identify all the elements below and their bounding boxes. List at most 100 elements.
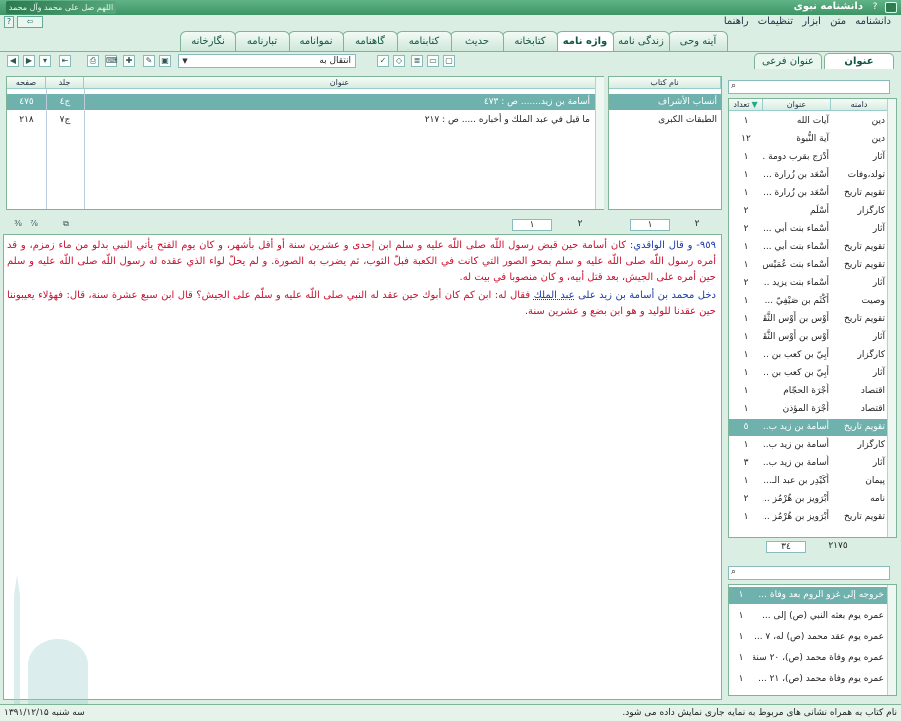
- term-row[interactable]: ١ أُجْرَة الحجّام اقتصاد: [729, 383, 887, 400]
- col-divider: [46, 89, 47, 209]
- pager-current-input[interactable]: ٣٤: [766, 541, 806, 553]
- keyboard-icon[interactable]: ⌨: [105, 55, 118, 67]
- subterm-title: عمره يوم بعثه النبي (ص) إلى ...: [762, 611, 884, 621]
- subtab-title[interactable]: عنوان: [824, 53, 894, 69]
- column-header-page[interactable]: صفحه: [7, 77, 46, 89]
- terms-panel: تعداد ▼ عنوان دامنه ١ آيات الله دین ١٢ آية ال…: [728, 98, 897, 538]
- history-dropdown-icon[interactable]: ▾: [39, 55, 51, 67]
- menu-encyclopedia[interactable]: دانشنامه: [855, 15, 891, 29]
- pager-current-input[interactable]: ١: [630, 219, 670, 231]
- results-scrollbar[interactable]: [595, 77, 604, 209]
- term-row[interactable]: ٥ أُسامة بن زيد ب... تقويم تاريخ: [729, 419, 887, 436]
- print-icon[interactable]: ⎙: [87, 55, 99, 67]
- tab-ayeneh-vahy[interactable]: آینه وحی: [668, 31, 728, 51]
- subterm-count: ١: [738, 653, 744, 663]
- term-count: ٢: [743, 494, 749, 504]
- menu-text[interactable]: متن: [830, 15, 846, 29]
- help-icon[interactable]: ?: [869, 2, 881, 13]
- font-increase-icon[interactable]: ⅞: [28, 219, 40, 231]
- tab-samples[interactable]: نموانامه: [288, 31, 344, 51]
- image-view-icon[interactable]: ▢: [443, 55, 455, 67]
- term-row[interactable]: ١ أُجْرَة المؤذن اقتصاد: [729, 401, 887, 418]
- pager-current-input[interactable]: ١: [512, 219, 552, 231]
- term-row[interactable]: ١ أَسْعَد بن زُرارة ... تولد،وفات: [729, 167, 887, 184]
- column-header-title[interactable]: عنوان: [84, 77, 596, 89]
- term-count: ٣: [743, 458, 749, 468]
- tab-bibliography[interactable]: کتابنامه: [396, 31, 452, 51]
- term-domain: تولد،وفات: [847, 170, 885, 180]
- exit-arrow-icon[interactable]: ⇤: [59, 55, 71, 67]
- term-row[interactable]: ٢ أَسْماء بنت أبي ... آثار: [729, 221, 887, 238]
- cell-volume: ج٧: [59, 115, 71, 125]
- term-title: آيات الله: [796, 116, 829, 126]
- bookmark-icon[interactable]: ▣: [159, 55, 171, 67]
- column-header-count[interactable]: تعداد ▼: [729, 99, 763, 111]
- term-row[interactable]: ١ أَدْرَج بقرب دومة ... آثار: [729, 149, 887, 166]
- tab-biography[interactable]: زندگی نامه: [612, 31, 670, 51]
- subtab-subtitle[interactable]: عنوان فرعی: [754, 53, 822, 69]
- highlight-icon[interactable]: ✓: [377, 55, 389, 67]
- term-row[interactable]: ٣ أُسامة بن زيد ب... آثار: [729, 455, 887, 472]
- subterm-row[interactable]: ١ عمره يوم عقد محمد (ص) له، ٧ ...: [729, 629, 887, 646]
- term-row[interactable]: ١ أُسامة بن زيد ب... كارگزار: [729, 437, 887, 454]
- term-row[interactable]: ١٢ آية النُّبوة دین: [729, 131, 887, 148]
- subterm-row[interactable]: ١ عمره يوم وفاة محمد (ص)، ٢١ ...: [729, 671, 887, 688]
- book-item[interactable]: أنساب الأشراف: [609, 94, 721, 110]
- page-view-icon[interactable]: ▭: [427, 55, 439, 67]
- subterm-row[interactable]: ١ عمره يوم وفاة محمد (ص)، ٢٠ سنة: [729, 650, 887, 667]
- forward-icon[interactable]: ▶: [23, 55, 35, 67]
- tab-hadith[interactable]: حدیث: [450, 31, 504, 51]
- term-title: أَبِيّ بن كعب بن ...: [763, 368, 829, 378]
- column-header-title[interactable]: عنوان: [763, 99, 831, 111]
- book-item[interactable]: الطبقات الكبرى: [609, 112, 721, 128]
- tab-gallery[interactable]: نگارخانه: [180, 31, 236, 51]
- term-row[interactable]: ١ آيات الله دین: [729, 113, 887, 130]
- term-domain: دین: [871, 116, 885, 126]
- highlighted-name[interactable]: عبد الملك: [534, 290, 575, 301]
- column-header-domain[interactable]: دامنه: [831, 99, 888, 111]
- font-decrease-icon[interactable]: ⅜: [12, 219, 24, 231]
- column-header-volume[interactable]: جلد: [46, 77, 84, 89]
- subterm-title: عمره يوم عقد محمد (ص) له، ٧ ...: [753, 632, 884, 642]
- favorite-add-icon[interactable]: ✚: [123, 55, 135, 67]
- subterm-row[interactable]: ١ عمره يوم بعثه النبي (ص) إلى ...: [729, 608, 887, 625]
- copy-icon[interactable]: ⧉: [60, 219, 72, 231]
- term-title: أَسْماء بنت أبي ...: [763, 242, 829, 252]
- table-row[interactable]: ٢١٨ ج٧ ما قيل في عبد الملك و أخباره ....…: [7, 112, 596, 128]
- term-row[interactable]: ١ أُكَيْدِر بن عبد الـ... پيمان: [729, 473, 887, 490]
- term-row[interactable]: ١ أَكْثَم بن صَيْفِيّ ... وصيت: [729, 293, 887, 310]
- subterm-search-input[interactable]: ⌕: [728, 566, 890, 580]
- term-row[interactable]: ٢ أَبْرَويز بن هُرْمُز ... نامه: [729, 491, 887, 508]
- eraser-icon[interactable]: ◇: [393, 55, 405, 67]
- term-row[interactable]: ١ أَبِيّ بن كعب بن ... كارگزار: [729, 347, 887, 364]
- tab-periodicals[interactable]: گاهنامه: [342, 31, 398, 51]
- subterms-panel: ١ خروجه إلى غزو الروم بعد وفاة ... ١ عمره ي…: [728, 584, 897, 696]
- back-icon[interactable]: ◀: [7, 55, 19, 67]
- table-row[interactable]: ٤٧٥ ج٤ أسامة بن زيد....... ص : ٤٧٣: [7, 94, 596, 110]
- term-row[interactable]: ٢ أَسْماء بنت يزيد ... آثار: [729, 275, 887, 292]
- subterms-scrollbar[interactable]: [887, 585, 896, 695]
- term-row[interactable]: ١ أَسْعَد بن زُرارة ... تقويم تاريخ: [729, 185, 887, 202]
- tab-genealogy[interactable]: تبارنامه: [234, 31, 290, 51]
- text-view-icon[interactable]: ≣: [411, 55, 423, 67]
- term-row[interactable]: ١ أَبْرَويز بن هُرْمُز ... تقويم تاريخ: [729, 509, 887, 526]
- term-row[interactable]: ١ أَسْماء بنت أبي ... تقويم تاريخ: [729, 239, 887, 256]
- tab-glossary[interactable]: واژه نامه: [556, 31, 614, 52]
- tab-library[interactable]: کتابخانه: [502, 31, 558, 51]
- menu-settings[interactable]: تنظیمات: [758, 15, 793, 29]
- column-header-book[interactable]: نام کتاب: [609, 77, 721, 89]
- term-count: ٥: [743, 422, 749, 432]
- term-domain: دین: [871, 134, 885, 144]
- term-row[interactable]: ١ أَوْس بن أَوْس الثَّقَفي تقويم تاريخ: [729, 311, 887, 328]
- term-row[interactable]: ١ أَبِيّ بن كعب بن ... آثار: [729, 365, 887, 382]
- term-row[interactable]: ١ أَوْس بن أَوْس الثَّقَفي آثار: [729, 329, 887, 346]
- jump-to-select[interactable]: ▼ انتقال به: [178, 54, 356, 68]
- term-row[interactable]: ١ أَسْماء بنت عُمَيْس ... تقويم تاريخ: [729, 257, 887, 274]
- menu-help[interactable]: راهنما: [724, 15, 749, 29]
- term-search-input[interactable]: ⌕: [728, 80, 890, 94]
- term-row[interactable]: ٢ أَسْلَم كارگزار: [729, 203, 887, 220]
- menu-tools[interactable]: ابزار: [802, 15, 821, 29]
- subterm-row[interactable]: ١ خروجه إلى غزو الروم بعد وفاة ...: [729, 587, 887, 604]
- terms-scrollbar[interactable]: [887, 99, 896, 537]
- note-icon[interactable]: ✎: [143, 55, 155, 67]
